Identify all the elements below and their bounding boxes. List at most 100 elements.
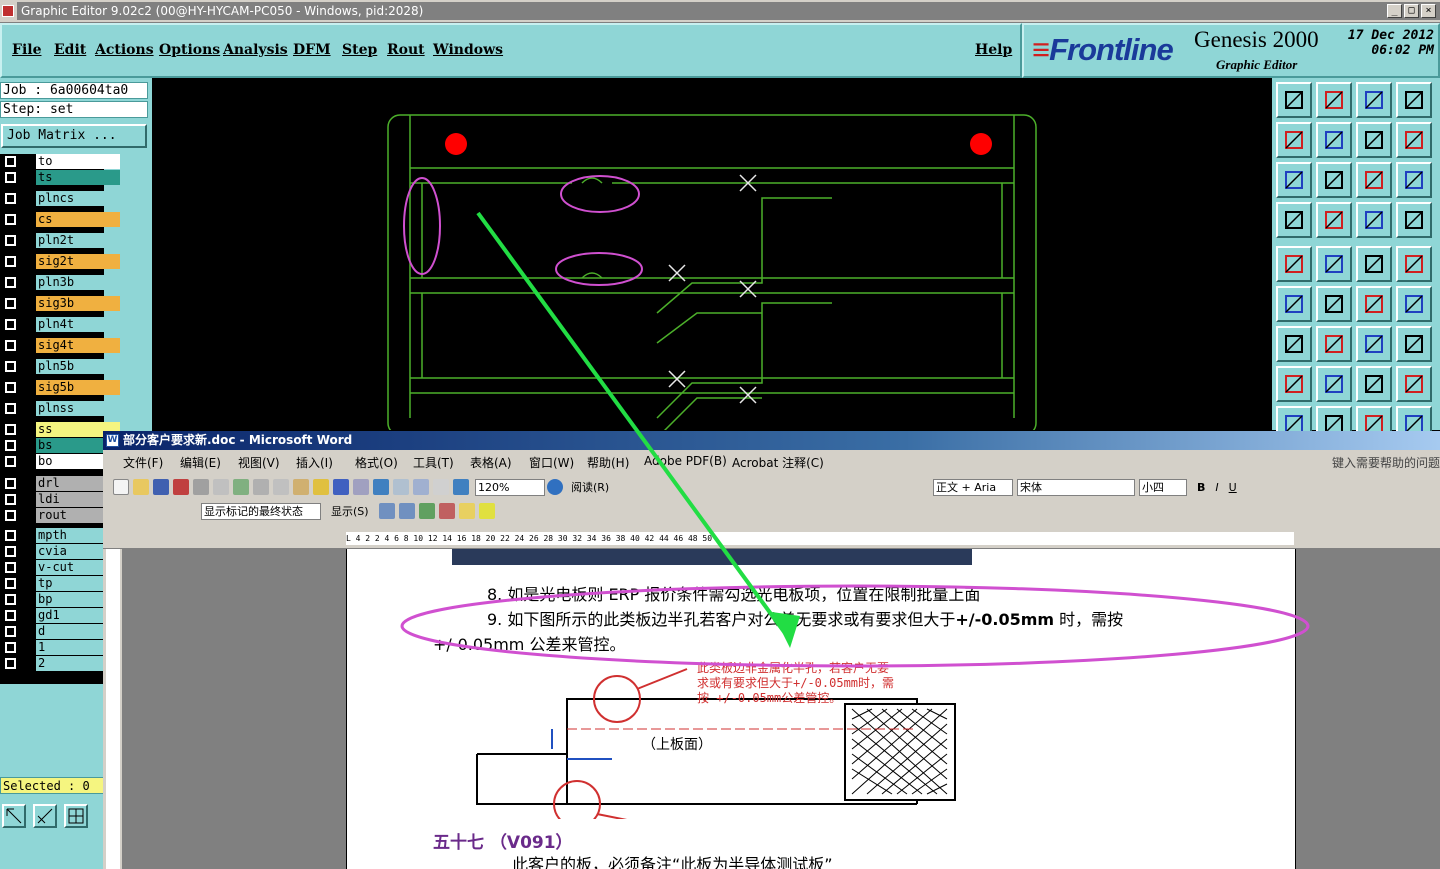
edit-icon[interactable] xyxy=(33,804,57,828)
layer-row[interactable]: pln4t xyxy=(2,317,120,332)
bold-button[interactable]: B xyxy=(1197,481,1205,494)
permission-icon[interactable] xyxy=(173,479,189,495)
zoom-field[interactable]: 120% xyxy=(475,478,545,496)
print-preview-icon[interactable] xyxy=(213,479,229,495)
drawing-icon[interactable] xyxy=(453,479,469,495)
save-icon[interactable] xyxy=(153,479,169,495)
italic-button[interactable]: I xyxy=(1215,481,1218,494)
layer-checkbox[interactable] xyxy=(5,478,16,489)
undo-icon[interactable] xyxy=(333,479,349,495)
pad-icon[interactable] xyxy=(1396,246,1432,282)
ruler-icon[interactable] xyxy=(1356,246,1392,282)
layer-checkbox[interactable] xyxy=(5,172,16,183)
zoom-center-icon[interactable] xyxy=(1316,162,1352,198)
word-menu-insert[interactable]: 插入(I) xyxy=(296,454,333,471)
open-icon[interactable] xyxy=(133,479,149,495)
cut-icon[interactable] xyxy=(253,479,269,495)
measure-icon[interactable] xyxy=(1396,122,1432,158)
layer-row[interactable]: to xyxy=(2,154,120,169)
layer-row[interactable]: plncs xyxy=(2,191,120,206)
new-document-icon[interactable] xyxy=(113,479,129,495)
box-icon[interactable] xyxy=(1356,366,1392,402)
spelling-icon[interactable] xyxy=(233,479,249,495)
word-menu-window[interactable]: 窗口(W) xyxy=(529,454,574,471)
font-size-box[interactable]: 小四 xyxy=(1139,478,1187,496)
layer-checkbox[interactable] xyxy=(5,403,16,414)
menu-dfm[interactable]: DFM xyxy=(293,42,331,58)
word-menu-format[interactable]: 格式(O) xyxy=(355,454,398,471)
menu-actions[interactable]: Actions xyxy=(95,42,154,58)
word-menu-help[interactable]: 帮助(H) xyxy=(587,454,629,471)
layer-row[interactable]: pln5b xyxy=(2,359,120,374)
layer-checkbox[interactable] xyxy=(5,319,16,330)
grid-icon[interactable] xyxy=(1396,366,1432,402)
menu-rout[interactable]: Rout xyxy=(387,42,425,58)
prev-change-icon[interactable] xyxy=(378,503,395,519)
pan-right-icon[interactable] xyxy=(1316,122,1352,158)
line-point-icon[interactable] xyxy=(1356,286,1392,322)
copy-icon[interactable] xyxy=(1276,366,1312,402)
accept-change-icon[interactable] xyxy=(418,503,435,519)
zoom-extent-icon[interactable] xyxy=(1276,162,1312,198)
layer-row[interactable]: pln3b xyxy=(2,275,120,290)
layer-checkbox[interactable] xyxy=(5,562,16,573)
columns-icon[interactable] xyxy=(433,479,449,495)
select-icon[interactable] xyxy=(2,804,26,828)
font-box[interactable]: 宋体 xyxy=(1017,478,1135,496)
layer-up-icon[interactable] xyxy=(1276,82,1312,118)
layer-checkbox[interactable] xyxy=(5,298,16,309)
layer-checkbox[interactable] xyxy=(5,510,16,521)
layer-row[interactable]: sig3b xyxy=(2,296,120,311)
layer-checkbox[interactable] xyxy=(5,214,16,225)
layer-row[interactable]: sig5b xyxy=(2,380,120,395)
help-question-box[interactable]: 键入需要帮助的问题 xyxy=(1332,454,1440,471)
redo-icon[interactable] xyxy=(353,479,369,495)
layer-checkbox[interactable] xyxy=(5,193,16,204)
menu-edit[interactable]: Edit xyxy=(54,42,86,58)
grid-select-icon[interactable] xyxy=(64,804,88,828)
slope-icon[interactable] xyxy=(1316,326,1352,362)
layer-checkbox[interactable] xyxy=(5,626,16,637)
tables-borders-icon[interactable] xyxy=(393,479,409,495)
layer-checkbox[interactable] xyxy=(5,546,16,557)
zoom-window-icon[interactable] xyxy=(1396,82,1432,118)
word-menu-table[interactable]: 表格(A) xyxy=(470,454,512,471)
style-box[interactable]: 正文 + Aria xyxy=(933,478,1013,496)
menu-options[interactable]: Options xyxy=(159,42,220,58)
graphics-canvas[interactable] xyxy=(152,78,1272,439)
format-painter-icon[interactable] xyxy=(313,479,329,495)
layer-checkbox[interactable] xyxy=(5,456,16,467)
word-help-icon[interactable] xyxy=(547,479,563,495)
menu-analysis[interactable]: Analysis xyxy=(223,42,288,58)
layer-row[interactable]: plnss xyxy=(2,401,120,416)
word-menu-file[interactable]: 文件(F) xyxy=(123,454,163,471)
pan-left-icon[interactable] xyxy=(1276,122,1312,158)
layer-checkbox[interactable] xyxy=(5,424,16,435)
menu-help[interactable]: Help xyxy=(975,42,1012,58)
layer-checkbox[interactable] xyxy=(5,440,16,451)
markup-view-box[interactable]: 显示标记的最终状态 xyxy=(201,502,321,520)
split-icon[interactable] xyxy=(1396,326,1432,362)
word-menu-acrobat[interactable]: Acrobat 注释(C) xyxy=(732,454,824,471)
filter-icon[interactable] xyxy=(1276,202,1312,238)
layer-checkbox[interactable] xyxy=(5,382,16,393)
key-icon[interactable] xyxy=(1316,202,1352,238)
paste-icon[interactable] xyxy=(293,479,309,495)
layer-checkbox[interactable] xyxy=(5,594,16,605)
layer-checkbox[interactable] xyxy=(5,530,16,541)
word-menu-adobe-pdf[interactable]: Adobe PDF(B) xyxy=(644,454,727,468)
highlight-icon[interactable] xyxy=(478,503,495,519)
snap2-icon[interactable] xyxy=(1396,202,1432,238)
layer-checkbox[interactable] xyxy=(5,277,16,288)
layer-checkbox[interactable] xyxy=(5,256,16,267)
layer-checkbox[interactable] xyxy=(5,361,16,372)
word-menu-tools[interactable]: 工具(T) xyxy=(413,454,454,471)
layer-checkbox[interactable] xyxy=(5,658,16,669)
menu-file[interactable]: File xyxy=(12,42,41,58)
next-change-icon[interactable] xyxy=(398,503,415,519)
menu-step[interactable]: Step xyxy=(342,42,377,58)
minimize-button[interactable]: _ xyxy=(1387,4,1402,18)
layer-checkbox[interactable] xyxy=(5,156,16,167)
insert-table-icon[interactable] xyxy=(413,479,429,495)
hyperlink-icon[interactable] xyxy=(373,479,389,495)
